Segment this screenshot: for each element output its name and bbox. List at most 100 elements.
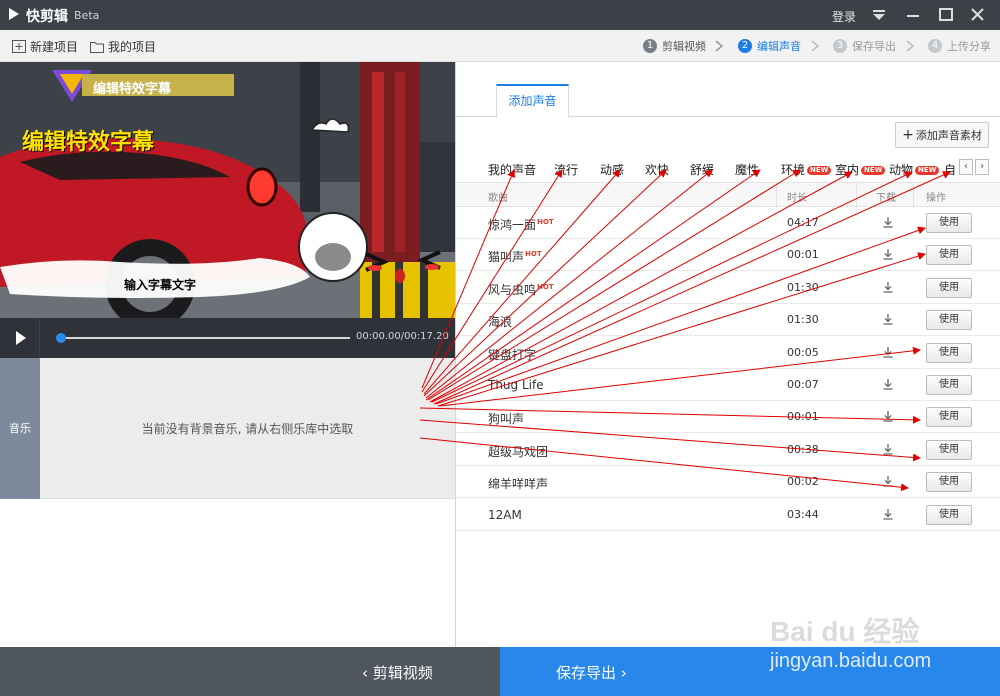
category-tab[interactable]: 室内 NEW xyxy=(835,161,886,178)
scroll-right-button[interactable]: › xyxy=(975,159,989,175)
tab-add-sound[interactable]: 添加声音 xyxy=(496,84,569,118)
progress-slider[interactable] xyxy=(56,333,350,343)
download-icon[interactable] xyxy=(882,475,894,487)
add-sound-material-button[interactable]: + 添加声音素材 xyxy=(895,122,989,148)
column-divider xyxy=(776,183,777,208)
new-badge: NEW xyxy=(861,166,886,175)
app-logo-icon xyxy=(9,8,19,20)
play-icon xyxy=(16,331,26,345)
play-button[interactable] xyxy=(0,318,40,358)
video-preview[interactable]: 编辑特效字幕 编辑特效字幕 输入字幕文字 xyxy=(0,62,455,318)
back-label-text: 剪辑视频 xyxy=(372,664,433,682)
use-button[interactable]: 使用 xyxy=(926,439,972,460)
sound-row[interactable]: 键盘打字 00:05 使用 xyxy=(456,337,1000,369)
category-label: 流行 xyxy=(554,163,579,177)
column-header-song: 歌曲 xyxy=(488,193,508,204)
new-project-button[interactable]: 新建项目 xyxy=(12,38,78,55)
menu-dropdown-icon[interactable] xyxy=(868,4,890,26)
sound-duration: 00:01 xyxy=(787,248,819,262)
app-name: 快剪辑 xyxy=(26,9,68,25)
sound-row[interactable]: Thug Life 00:07 使用 xyxy=(456,369,1000,401)
category-tab[interactable]: 魔性 xyxy=(735,161,759,178)
sound-row[interactable]: 12AM 03:44 使用 xyxy=(456,499,1000,531)
sound-row[interactable]: 超级马戏团 00:38 使用 xyxy=(456,434,1000,466)
step-number: 2 xyxy=(738,39,752,53)
use-button[interactable]: 使用 xyxy=(926,310,972,331)
close-icon[interactable] xyxy=(967,4,989,26)
category-tab[interactable]: 我的声音 xyxy=(488,161,536,178)
category-tab[interactable]: 流行 xyxy=(554,161,578,178)
column-header-duration: 时长 xyxy=(787,193,807,204)
sound-duration: 00:01 xyxy=(787,410,819,424)
sound-row[interactable]: 绵羊咩咩声 00:02 使用 xyxy=(456,466,1000,499)
track-label: 音乐 xyxy=(0,358,40,499)
sound-duration: 00:02 xyxy=(787,475,819,489)
track-empty-hint: 当前没有背景音乐, 请从右侧乐库中选取 xyxy=(141,422,354,436)
use-button[interactable]: 使用 xyxy=(926,342,972,363)
step-label: 上传分享 xyxy=(947,40,991,53)
step-number: 3 xyxy=(833,39,847,53)
my-projects-button[interactable]: 我的项目 xyxy=(90,38,156,55)
sound-duration: 03:44 xyxy=(787,507,819,521)
column-header-download: 下载 xyxy=(876,193,896,204)
time-display: 00:00.00/00:17.20 xyxy=(356,331,449,342)
category-tab[interactable]: 动感 xyxy=(600,161,624,178)
sound-duration: 04:17 xyxy=(787,216,819,229)
music-track[interactable]: 音乐 当前没有背景音乐, 请从右侧乐库中选取 xyxy=(0,358,455,499)
login-link[interactable]: 登录 xyxy=(832,8,856,25)
use-button[interactable]: 使用 xyxy=(926,245,972,266)
category-tab[interactable]: 欢快 xyxy=(645,161,669,178)
step-edit-sound[interactable]: 2 编辑声音 xyxy=(738,38,801,54)
category-label: 自 xyxy=(944,163,957,177)
back-to-edit-video-button[interactable]: ‹ 剪辑视频 xyxy=(0,647,500,696)
next-label-text: 保存导出 xyxy=(556,664,617,682)
video-frame xyxy=(0,62,455,318)
use-button[interactable]: 使用 xyxy=(926,375,972,395)
step-save-export[interactable]: 3 保存导出 xyxy=(833,38,896,54)
progress-handle[interactable] xyxy=(56,333,66,343)
sound-row[interactable]: 惊鸿一面HOT 04:17 使用 xyxy=(456,207,1000,239)
use-button[interactable]: 使用 xyxy=(926,407,972,428)
sound-name: 风与虫鸣HOT xyxy=(488,282,554,297)
sound-row[interactable]: 猫叫声HOT 00:01 使用 xyxy=(456,239,1000,272)
use-button[interactable]: 使用 xyxy=(926,504,972,525)
category-tab[interactable]: 动物 NEW xyxy=(889,161,940,178)
download-icon[interactable] xyxy=(882,346,894,358)
category-label: 舒缓 xyxy=(690,163,715,177)
sound-row[interactable]: 海浪 01:30 使用 xyxy=(456,304,1000,337)
step-edit-video[interactable]: 1 剪辑视频 xyxy=(643,38,706,54)
use-button[interactable]: 使用 xyxy=(926,277,972,298)
download-icon[interactable] xyxy=(882,378,894,390)
folder-icon xyxy=(90,42,104,53)
maximize-icon[interactable] xyxy=(935,4,957,26)
sound-name: Thug Life xyxy=(488,378,544,392)
download-icon[interactable] xyxy=(882,410,894,423)
new-project-icon xyxy=(12,40,26,53)
category-tab[interactable]: 自 xyxy=(944,161,956,178)
download-icon[interactable] xyxy=(882,443,894,455)
scroll-left-button[interactable]: ‹ xyxy=(959,159,973,175)
download-icon[interactable] xyxy=(882,248,894,261)
category-label: 动物 xyxy=(889,163,914,177)
category-tab[interactable]: 环境 NEW xyxy=(781,161,832,178)
use-button[interactable]: 使用 xyxy=(926,213,972,233)
download-icon[interactable] xyxy=(882,313,894,325)
sound-row[interactable]: 风与虫鸣HOT 01:30 使用 xyxy=(456,272,1000,304)
category-label: 我的声音 xyxy=(488,163,537,177)
step-label: 剪辑视频 xyxy=(662,40,706,53)
sound-row[interactable]: 狗叫声 00:01 使用 xyxy=(456,401,1000,434)
step-upload-share[interactable]: 4 上传分享 xyxy=(928,38,991,54)
subtitle-input-text[interactable]: 输入字幕文字 xyxy=(124,276,196,293)
download-icon[interactable] xyxy=(882,281,894,293)
category-label: 环境 xyxy=(781,163,806,177)
my-projects-label: 我的项目 xyxy=(108,40,157,54)
step-label: 编辑声音 xyxy=(757,40,801,53)
download-icon[interactable] xyxy=(882,508,894,520)
sound-name: 猫叫声HOT xyxy=(488,250,542,265)
use-button[interactable]: 使用 xyxy=(926,472,972,493)
step-number: 1 xyxy=(643,39,657,53)
category-tab[interactable]: 舒缓 xyxy=(690,161,714,178)
minimize-icon[interactable] xyxy=(902,4,924,26)
save-export-button[interactable]: 保存导出 › xyxy=(500,647,1000,696)
download-icon[interactable] xyxy=(882,216,894,228)
